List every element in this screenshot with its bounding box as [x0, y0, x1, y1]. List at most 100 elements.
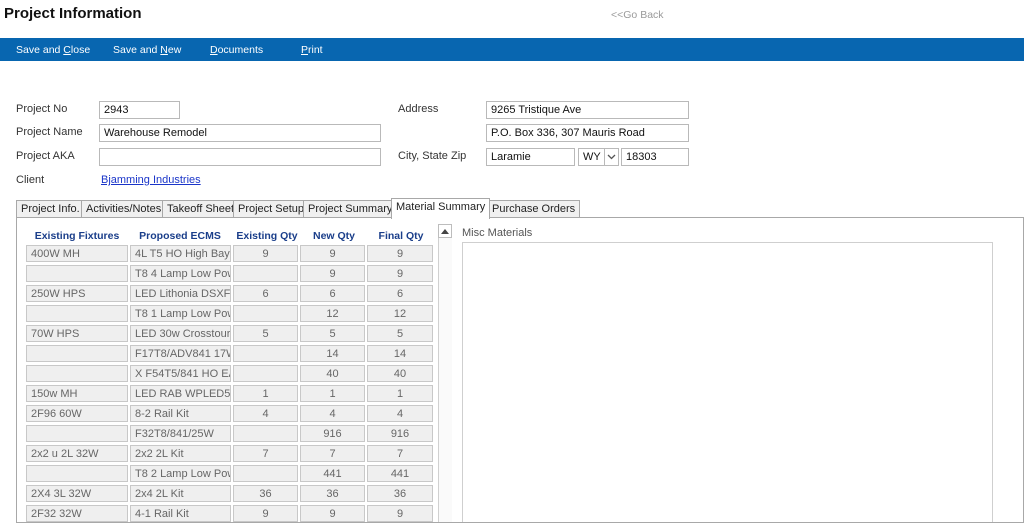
- final-qty-cell[interactable]: 5: [367, 325, 433, 342]
- tab-project-setup[interactable]: Project Setup: [233, 200, 310, 218]
- final-qty-cell[interactable]: 441: [367, 465, 433, 482]
- address-line2-input[interactable]: P.O. Box 336, 307 Mauris Road: [486, 124, 689, 142]
- existing-qty-cell[interactable]: [233, 345, 298, 362]
- scroll-up-button[interactable]: [438, 224, 452, 238]
- tab-project-info[interactable]: Project Info.: [16, 200, 85, 218]
- final-qty-cell[interactable]: 12: [367, 305, 433, 322]
- address-line1-input[interactable]: 9265 Tristique Ave: [486, 101, 689, 119]
- chevron-down-icon: [607, 154, 616, 160]
- tab-takeoff-sheet[interactable]: Takeoff Sheet: [162, 200, 240, 218]
- existing-fixture-cell[interactable]: 2X4 3L 32W: [26, 485, 128, 502]
- existing-qty-cell[interactable]: [233, 365, 298, 382]
- print-button[interactable]: Print: [301, 44, 323, 56]
- city-input[interactable]: Laramie: [486, 148, 575, 166]
- existing-fixture-cell[interactable]: [26, 345, 128, 362]
- existing-fixture-cell[interactable]: [26, 365, 128, 382]
- proposed-ecms-cell[interactable]: 4-1 Rail Kit: [130, 505, 231, 522]
- save-and-new-button[interactable]: Save and New: [113, 44, 181, 56]
- proposed-ecms-cell[interactable]: T8 4 Lamp Low Pow: [130, 265, 231, 282]
- save-and-close-button[interactable]: Save and Close: [16, 44, 90, 56]
- existing-qty-cell[interactable]: [233, 465, 298, 482]
- existing-fixture-cell[interactable]: [26, 465, 128, 482]
- final-qty-cell[interactable]: 14: [367, 345, 433, 362]
- existing-fixture-cell[interactable]: 400W MH: [26, 245, 128, 262]
- project-no-input[interactable]: 2943: [99, 101, 180, 119]
- tab-purchase-orders[interactable]: Purchase Orders: [487, 200, 581, 218]
- tab-material-summary[interactable]: Material Summary: [391, 198, 491, 219]
- new-qty-cell[interactable]: 7: [300, 445, 365, 462]
- new-qty-cell[interactable]: 6: [300, 285, 365, 302]
- existing-qty-cell[interactable]: 36: [233, 485, 298, 502]
- existing-qty-cell[interactable]: [233, 305, 298, 322]
- new-qty-cell[interactable]: 5: [300, 325, 365, 342]
- proposed-ecms-cell[interactable]: 2x2 2L Kit: [130, 445, 231, 462]
- existing-qty-cell[interactable]: 5: [233, 325, 298, 342]
- proposed-ecms-cell[interactable]: T8 1 Lamp Low Pow: [130, 305, 231, 322]
- project-name-input[interactable]: Warehouse Remodel: [99, 124, 381, 142]
- existing-fixture-cell[interactable]: 2F96 60W: [26, 405, 128, 422]
- existing-qty-cell[interactable]: 9: [233, 505, 298, 522]
- final-qty-cell[interactable]: 7: [367, 445, 433, 462]
- header-final-qty: Final Qty: [378, 230, 424, 242]
- existing-qty-cell[interactable]: 1: [233, 385, 298, 402]
- final-qty-cell[interactable]: 40: [367, 365, 433, 382]
- proposed-ecms-cell[interactable]: X F54T5/841 HO EA.: [130, 365, 231, 382]
- documents-button[interactable]: Documents: [210, 44, 263, 56]
- existing-fixture-cell[interactable]: [26, 425, 128, 442]
- final-qty-cell[interactable]: 9: [367, 245, 433, 262]
- existing-fixture-cell[interactable]: 2x2 u 2L 32W: [26, 445, 128, 462]
- city-state-zip-label: City, State Zip: [398, 150, 467, 162]
- tab-activities-notes[interactable]: Activities/Notes: [81, 200, 167, 218]
- new-qty-cell[interactable]: 441: [300, 465, 365, 482]
- final-qty-cell[interactable]: 36: [367, 485, 433, 502]
- new-qty-cell[interactable]: 14: [300, 345, 365, 362]
- new-qty-cell[interactable]: 12: [300, 305, 365, 322]
- existing-qty-cell[interactable]: 9: [233, 245, 298, 262]
- proposed-ecms-cell[interactable]: 8-2 Rail Kit: [130, 405, 231, 422]
- new-qty-cell[interactable]: 9: [300, 245, 365, 262]
- final-qty-cell[interactable]: 9: [367, 265, 433, 282]
- new-qty-cell[interactable]: 4: [300, 405, 365, 422]
- existing-fixture-cell[interactable]: [26, 305, 128, 322]
- project-aka-input[interactable]: [99, 148, 381, 166]
- new-qty-cell[interactable]: 36: [300, 485, 365, 502]
- existing-fixture-cell[interactable]: 2F32 32W: [26, 505, 128, 522]
- proposed-ecms-cell[interactable]: 4L T5 HO High Bay: [130, 245, 231, 262]
- proposed-ecms-cell[interactable]: LED 30w Crosstour: [130, 325, 231, 342]
- state-dropdown-toggle[interactable]: [604, 148, 619, 166]
- new-qty-cell[interactable]: 1: [300, 385, 365, 402]
- proposed-ecms-cell[interactable]: F17T8/ADV841 17W: [130, 345, 231, 362]
- existing-fixture-cell[interactable]: 150w MH: [26, 385, 128, 402]
- new-qty-cell[interactable]: 916: [300, 425, 365, 442]
- proposed-ecms-cell[interactable]: 2x4 2L Kit: [130, 485, 231, 502]
- misc-materials-textarea[interactable]: [462, 242, 993, 522]
- new-qty-cell[interactable]: 9: [300, 265, 365, 282]
- proposed-ecms-cell[interactable]: LED Lithonia DSXF2: [130, 285, 231, 302]
- existing-qty-cell[interactable]: [233, 425, 298, 442]
- existing-fixture-cell[interactable]: 250W HPS: [26, 285, 128, 302]
- table-scrollbar[interactable]: [438, 224, 452, 522]
- zip-input[interactable]: 18303: [621, 148, 689, 166]
- final-qty-cell[interactable]: 9: [367, 505, 433, 522]
- final-qty-cell[interactable]: 1: [367, 385, 433, 402]
- existing-qty-cell[interactable]: 7: [233, 445, 298, 462]
- new-qty-cell[interactable]: 9: [300, 505, 365, 522]
- proposed-ecms-cell[interactable]: LED RAB WPLED52: [130, 385, 231, 402]
- new-qty-cell[interactable]: 40: [300, 365, 365, 382]
- final-qty-cell[interactable]: 6: [367, 285, 433, 302]
- final-qty-cell[interactable]: 4: [367, 405, 433, 422]
- client-link[interactable]: Bjamming Industries: [101, 174, 201, 186]
- proposed-ecms-cell[interactable]: F32T8/841/25W: [130, 425, 231, 442]
- existing-fixture-cell[interactable]: 70W HPS: [26, 325, 128, 342]
- material-summary-panel: Existing Fixtures Proposed ECMS Existing…: [16, 217, 1024, 523]
- final-qty-cell[interactable]: 916: [367, 425, 433, 442]
- existing-qty-cell[interactable]: [233, 265, 298, 282]
- tab-project-summary[interactable]: Project Summary: [303, 200, 398, 218]
- state-select[interactable]: WY: [578, 148, 605, 166]
- proposed-ecms-cell[interactable]: T8 2 Lamp Low Pow: [130, 465, 231, 482]
- existing-qty-cell[interactable]: 6: [233, 285, 298, 302]
- header-proposed-ecms: Proposed ECMS: [139, 230, 221, 242]
- existing-qty-cell[interactable]: 4: [233, 405, 298, 422]
- go-back-link[interactable]: <<Go Back: [611, 9, 664, 21]
- existing-fixture-cell[interactable]: [26, 265, 128, 282]
